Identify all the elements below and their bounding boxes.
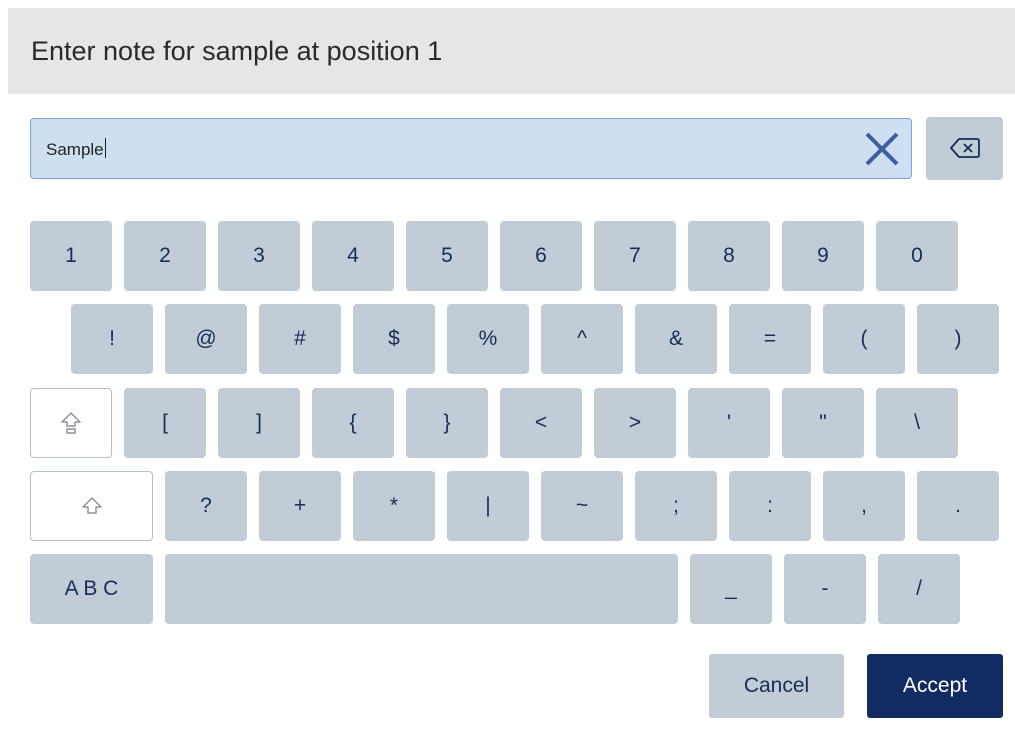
key-apostrophe[interactable]: ' [688, 388, 770, 458]
key-tilde[interactable]: ~ [541, 471, 623, 541]
backspace-button[interactable] [926, 117, 1003, 180]
key-comma[interactable]: , [823, 471, 905, 541]
cancel-button[interactable]: Cancel [709, 654, 844, 718]
key-at[interactable]: @ [165, 304, 247, 374]
key-colon[interactable]: : [729, 471, 811, 541]
key-close-paren[interactable]: ) [917, 304, 999, 374]
dialog-header: Enter note for sample at position 1 [8, 8, 1015, 94]
key-close-brace[interactable]: } [406, 388, 488, 458]
key-question[interactable]: ? [165, 471, 247, 541]
note-input[interactable]: Sample [30, 118, 912, 179]
key-open-bracket[interactable]: [ [124, 388, 206, 458]
key-pipe[interactable]: | [447, 471, 529, 541]
key-7[interactable]: 7 [594, 221, 676, 291]
key-backslash[interactable]: \ [876, 388, 958, 458]
key-slash[interactable]: / [878, 554, 960, 624]
key-4[interactable]: 4 [312, 221, 394, 291]
key-2[interactable]: 2 [124, 221, 206, 291]
key-open-brace[interactable]: { [312, 388, 394, 458]
key-1[interactable]: 1 [30, 221, 112, 291]
caps-lock-button[interactable] [30, 388, 112, 458]
shift-button[interactable] [30, 471, 153, 541]
key-caret[interactable]: ^ [541, 304, 623, 374]
accept-button[interactable]: Accept [867, 654, 1003, 718]
key-0[interactable]: 0 [876, 221, 958, 291]
key-6[interactable]: 6 [500, 221, 582, 291]
abc-mode-button[interactable]: A B C [30, 554, 153, 624]
key-percent[interactable]: % [447, 304, 529, 374]
clear-input-icon[interactable] [863, 130, 901, 168]
key-close-bracket[interactable]: ] [218, 388, 300, 458]
key-asterisk[interactable]: * [353, 471, 435, 541]
key-3[interactable]: 3 [218, 221, 300, 291]
key-double-quote[interactable]: " [782, 388, 864, 458]
key-hyphen[interactable]: - [784, 554, 866, 624]
key-8[interactable]: 8 [688, 221, 770, 291]
key-open-paren[interactable]: ( [823, 304, 905, 374]
key-underscore[interactable]: _ [690, 554, 772, 624]
key-dollar[interactable]: $ [353, 304, 435, 374]
key-exclamation[interactable]: ! [71, 304, 153, 374]
space-key[interactable] [165, 554, 678, 624]
key-period[interactable]: . [917, 471, 999, 541]
key-9[interactable]: 9 [782, 221, 864, 291]
dialog-title: Enter note for sample at position 1 [31, 36, 443, 66]
key-less-than[interactable]: < [500, 388, 582, 458]
key-hash[interactable]: # [259, 304, 341, 374]
shift-icon [81, 497, 102, 514]
key-ampersand[interactable]: & [635, 304, 717, 374]
key-5[interactable]: 5 [406, 221, 488, 291]
text-caret [104, 138, 106, 158]
note-input-value: Sample [46, 140, 104, 159]
key-semicolon[interactable]: ; [635, 471, 717, 541]
backspace-icon [950, 138, 980, 158]
caps-lock-icon [61, 412, 81, 434]
key-greater-than[interactable]: > [594, 388, 676, 458]
key-plus[interactable]: + [259, 471, 341, 541]
key-equals[interactable]: = [729, 304, 811, 374]
